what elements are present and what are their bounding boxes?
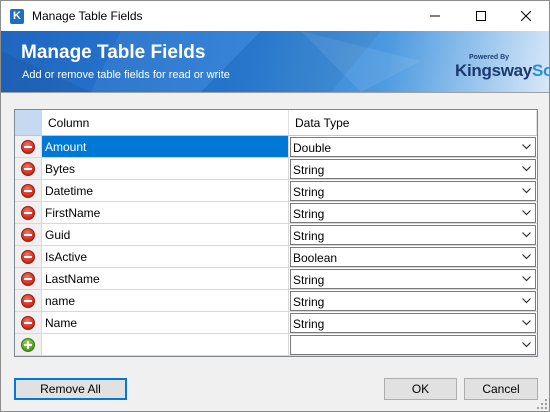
column-name-cell[interactable]: Guid [42,224,289,246]
kingswaysoft-logo: Powered By KingswaySoft [455,52,550,86]
row-header[interactable] [15,312,42,334]
row-header[interactable] [15,136,42,158]
column-name-cell[interactable]: name [42,290,289,312]
chevron-down-icon [522,254,531,260]
window-title: Manage Table Fields [32,9,143,23]
select-all-corner[interactable] [15,110,42,136]
column-name-cell[interactable] [42,334,289,356]
minus-circle-icon[interactable] [21,140,35,154]
logo-powered-by: Powered By [469,54,510,61]
column-header[interactable]: Column [42,110,289,136]
row-header[interactable] [15,268,42,290]
table-row: LastName String [15,268,537,290]
table-row: Datetime String [15,180,537,202]
minus-circle-icon[interactable] [21,206,35,220]
table-row: Amount Double [15,136,537,158]
data-type-value: String [293,295,325,309]
title-bar: K Manage Table Fields [1,1,549,31]
data-type-value: String [293,207,325,221]
app-icon: K [10,9,24,24]
data-type-select[interactable]: String [290,159,536,179]
minus-circle-icon[interactable] [21,184,35,198]
resize-grip-icon[interactable] [537,399,548,410]
row-header[interactable] [15,246,42,268]
remove-all-button[interactable]: Remove All [14,378,127,400]
data-type-select[interactable]: String [290,181,536,201]
data-type-header[interactable]: Data Type [289,110,537,136]
minus-circle-icon[interactable] [21,228,35,242]
maximize-icon [476,11,486,21]
banner-title: Manage Table Fields [21,42,206,63]
logo-brand: KingswaySoft [455,61,550,81]
data-type-select[interactable] [290,335,536,355]
data-type-select[interactable]: String [290,225,536,245]
new-row [15,334,537,356]
chevron-down-icon [522,210,531,216]
chevron-down-icon [522,276,531,282]
manage-table-fields-window: K Manage Table Fields Manage Table Field… [0,0,550,412]
data-type-value: Double [293,141,332,155]
column-name-cell[interactable]: Bytes [42,158,289,180]
column-name-cell[interactable]: Datetime [42,180,289,202]
banner-subtitle: Add or remove table fields for read or w… [22,69,230,81]
minimize-button[interactable] [412,1,458,31]
table-row: IsActive Boolean [15,246,537,268]
minimize-icon [430,15,440,17]
chevron-down-icon [522,232,531,238]
column-name-cell[interactable]: IsActive [42,246,289,268]
cancel-button[interactable]: Cancel [464,378,538,400]
row-header[interactable] [15,158,42,180]
column-name-cell[interactable]: Name [42,312,289,334]
row-header[interactable] [15,180,42,202]
minus-circle-icon[interactable] [21,294,35,308]
data-type-value: String [293,185,325,199]
column-name-cell[interactable]: FirstName [42,202,289,224]
close-icon [521,11,531,21]
ok-button[interactable]: OK [384,378,457,400]
column-name-cell[interactable]: LastName [42,268,289,290]
row-header[interactable] [15,224,42,246]
chevron-down-icon [522,298,531,304]
table-row: name String [15,290,537,312]
minus-circle-icon[interactable] [21,272,35,286]
chevron-down-icon [522,342,531,348]
banner-divider [1,92,549,93]
data-type-value: Boolean [293,251,338,265]
row-header[interactable] [15,202,42,224]
table-row: Guid String [15,224,537,246]
row-header[interactable] [15,290,42,312]
data-type-select[interactable]: Boolean [290,247,536,267]
minus-circle-icon[interactable] [21,162,35,176]
data-type-select[interactable]: String [290,291,536,311]
data-type-select[interactable]: String [290,313,536,333]
table-row: Name String [15,312,537,334]
data-type-value: String [293,163,325,177]
data-type-select[interactable]: String [290,203,536,223]
data-type-select[interactable]: Double [290,137,536,157]
table-row: Bytes String [15,158,537,180]
plus-circle-icon[interactable] [21,338,35,352]
fields-grid: Column Data Type Amount Double Bytes Str… [14,109,538,357]
data-type-value: String [293,229,325,243]
row-header[interactable] [15,334,42,356]
table-row: FirstName String [15,202,537,224]
maximize-button[interactable] [458,1,504,31]
chevron-down-icon [522,166,531,172]
chevron-down-icon [522,320,531,326]
data-type-select[interactable]: String [290,269,536,289]
data-type-value: String [293,317,325,331]
minus-circle-icon[interactable] [21,250,35,264]
minus-circle-icon[interactable] [21,316,35,330]
data-type-value: String [293,273,325,287]
close-button[interactable] [503,1,549,31]
column-name-cell[interactable]: Amount [42,136,289,158]
chevron-down-icon [522,188,531,194]
chevron-down-icon [522,144,531,150]
logo-brand-a: Kingsway [455,61,532,80]
logo-brand-b: Soft [531,61,550,80]
